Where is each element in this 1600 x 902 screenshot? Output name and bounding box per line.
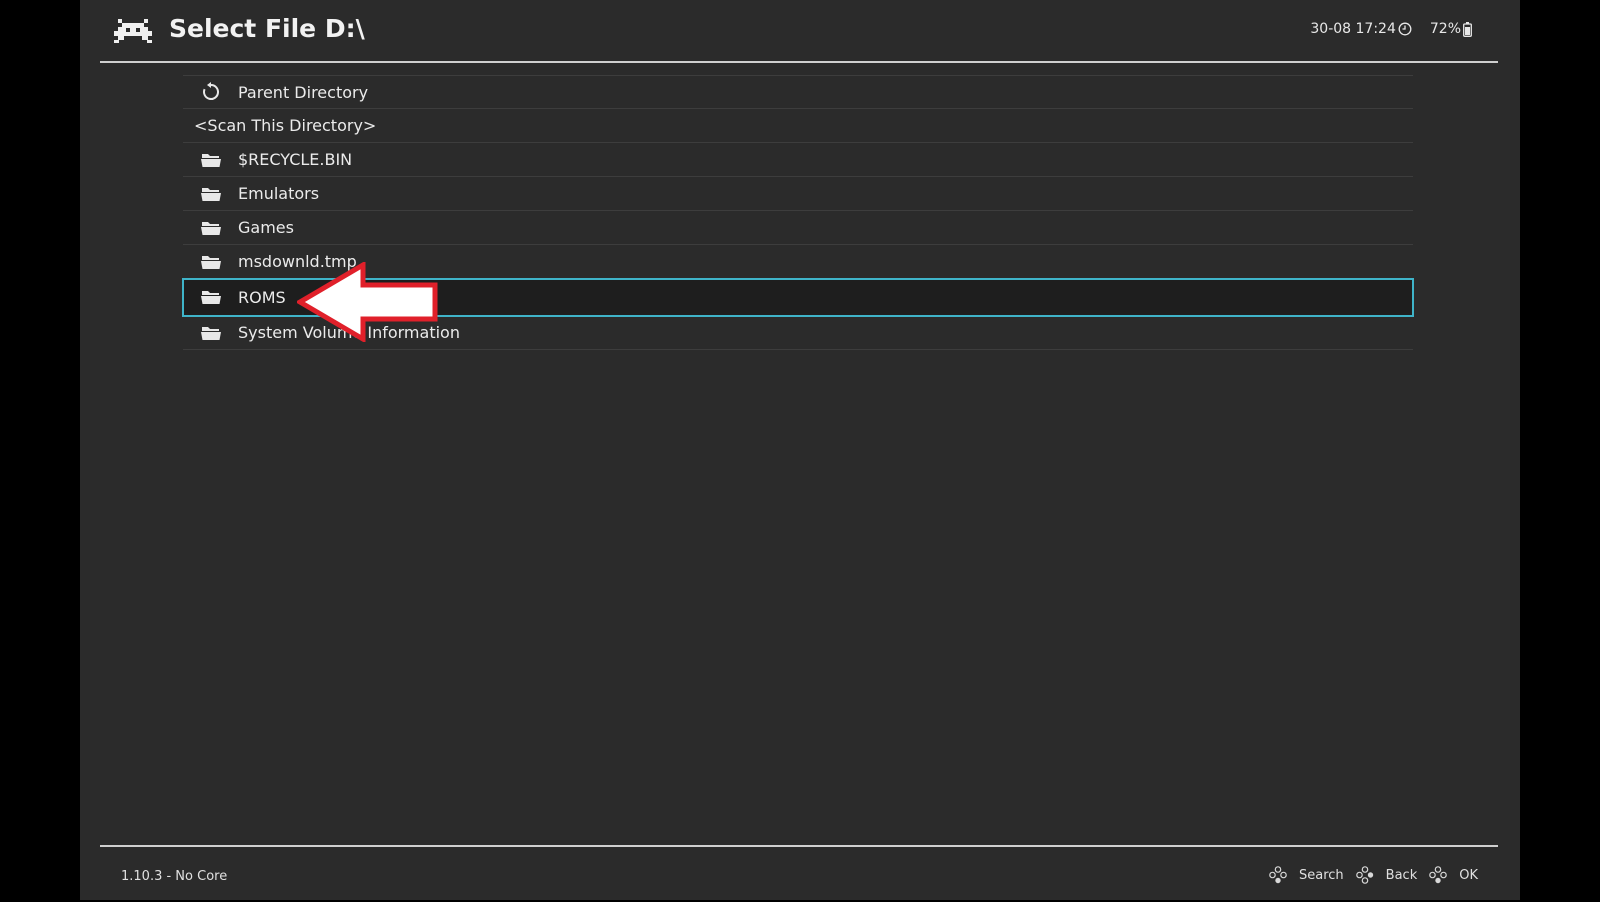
list-item-label: Emulators [238,184,320,203]
button-hints: Search Back OK [1257,866,1478,884]
folder-icon [199,321,223,345]
page-title: Select File D:\ [169,14,365,43]
gamepad-button-icon [1355,866,1374,884]
list-item-games[interactable]: Games [183,211,1413,245]
hint-label: OK [1459,867,1478,883]
list-item-label: Parent Directory [238,82,369,102]
file-browser-screen: Select File D:\ 30-08 17:24 72% Parent D… [80,0,1520,900]
clock-icon [1398,22,1412,36]
list-item-label: Games [238,218,294,237]
list-item-emulators[interactable]: Emulators [183,177,1413,211]
hint-search[interactable]: Search [1269,866,1344,884]
list-item-label: $RECYCLE.BIN [238,150,353,169]
footer: 1.10.3 - No Core Search Back OK [100,845,1498,902]
battery-icon [1463,21,1472,37]
list-item-label: <Scan This Directory> [194,116,377,135]
folder-icon [199,216,223,240]
header: Select File D:\ 30-08 17:24 72% [100,0,1498,63]
gamepad-button-icon [1429,866,1448,884]
status-bar: 30-08 17:24 72% [1310,21,1472,37]
folder-icon [199,148,223,172]
datetime-label: 30-08 17:24 [1310,21,1396,37]
hint-ok[interactable]: OK [1429,866,1478,884]
hint-label: Back [1385,867,1418,883]
list-item-recycle-bin[interactable]: $RECYCLE.BIN [183,143,1413,177]
list-item-scan-directory[interactable]: <Scan This Directory> [183,109,1413,143]
list-item-label: ROMS [238,287,286,307]
retroarch-invader-icon [114,16,152,46]
version-label: 1.10.3 - No Core [121,869,228,884]
parent-directory-icon [199,80,223,104]
folder-icon [199,182,223,206]
annotation-arrow-icon [295,260,439,344]
folder-icon [199,285,223,309]
hint-back[interactable]: Back [1355,866,1418,884]
list-item-parent-directory[interactable]: Parent Directory [183,75,1413,109]
folder-icon [199,250,223,274]
gamepad-button-icon [1269,866,1287,884]
hint-label: Search [1299,867,1344,883]
battery-label: 72% [1429,21,1461,37]
